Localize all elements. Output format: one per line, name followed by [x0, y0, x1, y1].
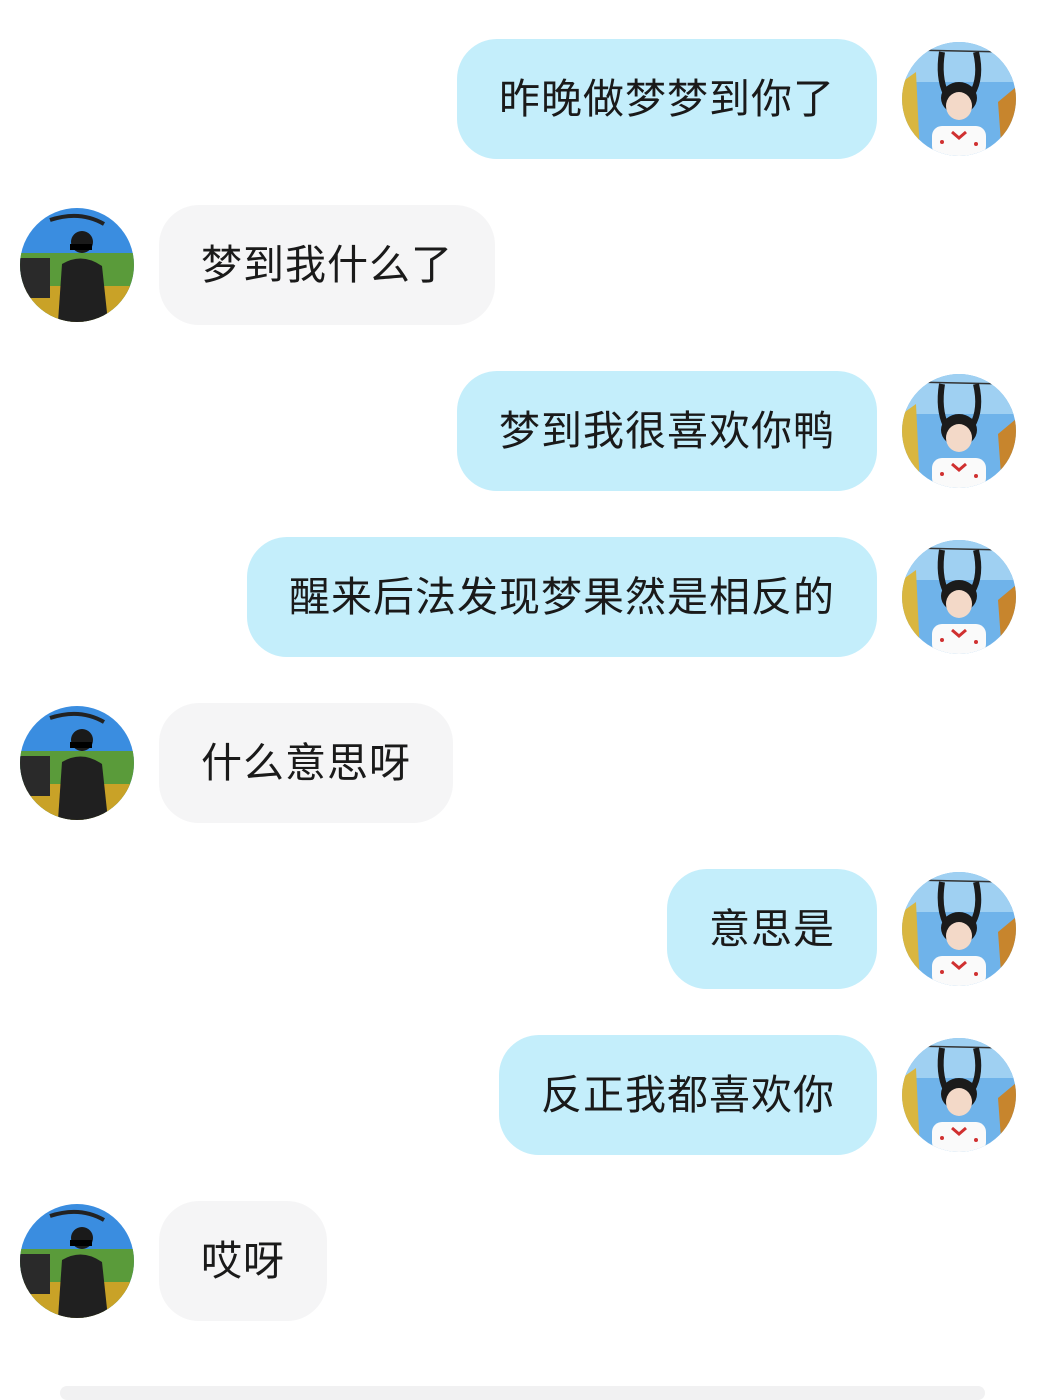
message-row: 梦到我很喜欢你鸭 [0, 371, 1045, 491]
avatar[interactable] [20, 706, 134, 820]
message-bubble[interactable]: 意思是 [667, 869, 877, 989]
message-bubble[interactable]: 梦到我什么了 [159, 205, 495, 325]
boy-avatar-icon [20, 706, 134, 820]
message-bubble[interactable]: 醒来后法发现梦果然是相反的 [247, 537, 877, 657]
message-bubble[interactable]: 反正我都喜欢你 [499, 1035, 877, 1155]
boy-avatar-icon [20, 208, 134, 322]
message-bubble[interactable]: 什么意思呀 [159, 703, 453, 823]
message-row: 什么意思呀 [0, 703, 1045, 823]
message-row: 反正我都喜欢你 [0, 1035, 1045, 1155]
girl-avatar-icon [902, 1038, 1016, 1152]
avatar[interactable] [902, 374, 1016, 488]
boy-avatar-icon [20, 1204, 134, 1318]
input-bar-edge [60, 1386, 985, 1400]
girl-avatar-icon [902, 374, 1016, 488]
message-bubble[interactable]: 梦到我很喜欢你鸭 [457, 371, 877, 491]
avatar[interactable] [902, 872, 1016, 986]
message-bubble[interactable]: 哎呀 [159, 1201, 327, 1321]
avatar[interactable] [902, 540, 1016, 654]
girl-avatar-icon [902, 42, 1016, 156]
avatar[interactable] [902, 42, 1016, 156]
avatar[interactable] [20, 208, 134, 322]
message-row: 梦到我什么了 [0, 205, 1045, 325]
message-bubble[interactable]: 昨晚做梦梦到你了 [457, 39, 877, 159]
avatar[interactable] [20, 1204, 134, 1318]
chat-transcript[interactable]: 昨晚做梦梦到你了 梦到我什么了 梦到我很喜欢你鸭 醒来后法发现梦果然是相反的 什… [0, 0, 1045, 1400]
girl-avatar-icon [902, 540, 1016, 654]
avatar[interactable] [902, 1038, 1016, 1152]
message-row: 醒来后法发现梦果然是相反的 [0, 537, 1045, 657]
message-row: 哎呀 [0, 1201, 1045, 1321]
message-row: 意思是 [0, 869, 1045, 989]
message-row: 昨晚做梦梦到你了 [0, 39, 1045, 159]
girl-avatar-icon [902, 872, 1016, 986]
